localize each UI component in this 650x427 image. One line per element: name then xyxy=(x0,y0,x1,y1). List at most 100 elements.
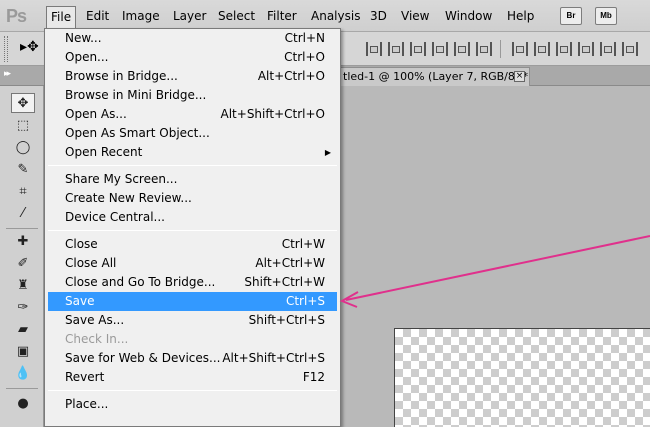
menu-item-revert[interactable]: Revert F12 xyxy=(48,368,337,387)
menu-file[interactable]: File xyxy=(46,6,77,28)
move-icon[interactable]: ✥ xyxy=(11,93,35,113)
options-grip[interactable] xyxy=(4,36,8,62)
menu-item-browse-in-mini-bridge[interactable]: Browse in Mini Bridge... xyxy=(48,86,337,105)
menu-analysis[interactable]: Analysis xyxy=(307,7,364,25)
menu-item-open-recent[interactable]: Open Recent ▶ xyxy=(48,143,337,162)
menu-select[interactable]: Select xyxy=(214,7,259,25)
menu-item-label: Close All xyxy=(65,256,117,270)
blur-icon[interactable]: 💧 xyxy=(11,364,35,384)
close-icon[interactable]: × xyxy=(514,71,525,82)
menu-window[interactable]: Window xyxy=(441,7,496,25)
file-menu-dropdown: New... Ctrl+N Open... Ctrl+O Browse in Bridg… xyxy=(44,28,341,427)
move-tool-preset-icon[interactable]: ▸✥ xyxy=(20,39,39,55)
document-tab-title: tled-1 @ 100% (Layer 7, RGB/8) * xyxy=(343,70,529,83)
align-vcenter-icon[interactable] xyxy=(388,42,404,56)
quick-select-icon[interactable]: ✎ xyxy=(11,160,35,180)
menu-separator xyxy=(48,390,337,391)
eraser-icon[interactable]: ▰ xyxy=(11,320,35,340)
menu-item-close-and-go-to-bridge[interactable]: Close and Go To Bridge... Shift+Ctrl+W xyxy=(48,273,337,292)
menu-separator xyxy=(48,230,337,231)
align-hcenter-icon[interactable] xyxy=(454,42,470,56)
menu-item-new[interactable]: New... Ctrl+N xyxy=(48,29,337,48)
menu-item-shortcut: Ctrl+W xyxy=(281,237,325,251)
menu-item-shortcut: Ctrl+N xyxy=(284,31,325,45)
photoshop-logo: Ps xyxy=(6,6,27,26)
menu-item-shortcut: Ctrl+S xyxy=(285,294,325,308)
menu-item-shortcut: Ctrl+O xyxy=(284,50,325,64)
annotation-arrow-head xyxy=(339,291,359,308)
align-left-icon[interactable] xyxy=(432,42,448,56)
distribute-hcenter-icon[interactable] xyxy=(600,42,616,56)
zoom-icon[interactable]: ● xyxy=(11,394,35,414)
menu-item-check-in: Check In... xyxy=(48,330,337,349)
menu-filter[interactable]: Filter xyxy=(263,7,301,25)
menu-3d[interactable]: 3D xyxy=(366,7,391,25)
marquee-icon[interactable]: ⬚ xyxy=(11,116,35,136)
align-bottom-icon[interactable] xyxy=(410,42,426,56)
transparent-canvas[interactable] xyxy=(394,328,650,427)
gradient-icon[interactable]: ▣ xyxy=(11,342,35,362)
document-tab[interactable]: tled-1 @ 100% (Layer 7, RGB/8) * × xyxy=(330,67,530,86)
menu-layer[interactable]: Layer xyxy=(169,7,210,25)
menu-help[interactable]: Help xyxy=(503,7,538,25)
submenu-arrow-icon: ▶ xyxy=(324,148,331,157)
menu-item-label: Save As... xyxy=(65,313,125,327)
menu-item-share-my-screen[interactable]: Share My Screen... xyxy=(48,170,337,189)
menu-item-label: Close xyxy=(65,237,98,251)
menu-item-save-as[interactable]: Save As... Shift+Ctrl+S xyxy=(48,311,337,330)
history-brush-icon[interactable]: ✑ xyxy=(11,298,35,318)
menu-item-label: Device Central... xyxy=(65,210,165,224)
menu-item-label: Revert xyxy=(65,370,105,384)
menu-item-shortcut: F12 xyxy=(302,370,325,384)
menu-item-shortcut: Shift+Ctrl+W xyxy=(244,275,325,289)
lasso-icon[interactable]: ◯ xyxy=(11,138,35,158)
menu-item-close[interactable]: Close Ctrl+W xyxy=(48,235,337,254)
menu-image[interactable]: Image xyxy=(118,7,164,25)
menu-item-shortcut: Shift+Ctrl+S xyxy=(248,313,325,327)
menu-item-label: Save xyxy=(65,294,95,308)
tools-panel: ✥ ⬚ ◯ ✎ ⌗ ⁄ ✚ ✐ ♜ ✑ ▰ ▣ 💧 ● xyxy=(0,86,44,427)
menu-item-open[interactable]: Open... Ctrl+O xyxy=(48,48,337,67)
menu-item-shortcut: Alt+Ctrl+W xyxy=(255,256,325,270)
collapse-panel-icon[interactable]: ▸▸ xyxy=(4,69,11,79)
menu-item-shortcut: Alt+Shift+Ctrl+O xyxy=(220,107,325,121)
distribute-top-icon[interactable] xyxy=(512,42,528,56)
menu-item-label: Open As Smart Object... xyxy=(65,126,210,140)
brush-icon[interactable]: ✐ xyxy=(11,254,35,274)
distribute-bottom-icon[interactable] xyxy=(556,42,572,56)
menu-item-browse-in-bridge[interactable]: Browse in Bridge... Alt+Ctrl+O xyxy=(48,67,337,86)
bridge-button[interactable]: Br xyxy=(560,7,582,25)
menu-item-shortcut: Alt+Ctrl+O xyxy=(257,69,325,83)
menu-item-open-as-smart-object[interactable]: Open As Smart Object... xyxy=(48,124,337,143)
tools-divider xyxy=(6,388,38,389)
menu-item-place[interactable]: Place... xyxy=(48,395,337,414)
menu-item-label: Save for Web & Devices... xyxy=(65,351,221,365)
crop-icon[interactable]: ⌗ xyxy=(11,182,35,202)
menu-item-label: Open As... xyxy=(65,107,127,121)
menu-item-label: Open Recent xyxy=(65,145,143,159)
distribute-right-icon[interactable] xyxy=(622,42,638,56)
distribute-vcenter-icon[interactable] xyxy=(534,42,550,56)
menu-item-label: Share My Screen... xyxy=(65,172,178,186)
menu-item-label: Close and Go To Bridge... xyxy=(65,275,216,289)
eyedropper-icon[interactable]: ⁄ xyxy=(11,204,35,224)
menu-item-save[interactable]: Save Ctrl+S xyxy=(48,292,337,311)
mini-bridge-button[interactable]: Mb xyxy=(595,7,617,25)
menu-edit[interactable]: Edit xyxy=(82,7,113,25)
menu-item-device-central[interactable]: Device Central... xyxy=(48,208,337,227)
menu-item-label: Browse in Bridge... xyxy=(65,69,178,83)
clone-stamp-icon[interactable]: ♜ xyxy=(11,276,35,296)
options-separator xyxy=(500,40,501,58)
menu-item-create-new-review[interactable]: Create New Review... xyxy=(48,189,337,208)
menu-view[interactable]: View xyxy=(397,7,433,25)
align-right-icon[interactable] xyxy=(476,42,492,56)
menu-item-close-all[interactable]: Close All Alt+Ctrl+W xyxy=(48,254,337,273)
menu-item-save-for-web-devices[interactable]: Save for Web & Devices... Alt+Shift+Ctrl+… xyxy=(48,349,337,368)
align-top-icon[interactable] xyxy=(366,42,382,56)
menu-item-label: Browse in Mini Bridge... xyxy=(65,88,207,102)
annotation-arrow-line xyxy=(345,235,650,301)
menu-item-shortcut: Alt+Shift+Ctrl+S xyxy=(222,351,325,365)
distribute-left-icon[interactable] xyxy=(578,42,594,56)
healing-brush-icon[interactable]: ✚ xyxy=(11,232,35,252)
menu-item-open-as[interactable]: Open As... Alt+Shift+Ctrl+O xyxy=(48,105,337,124)
